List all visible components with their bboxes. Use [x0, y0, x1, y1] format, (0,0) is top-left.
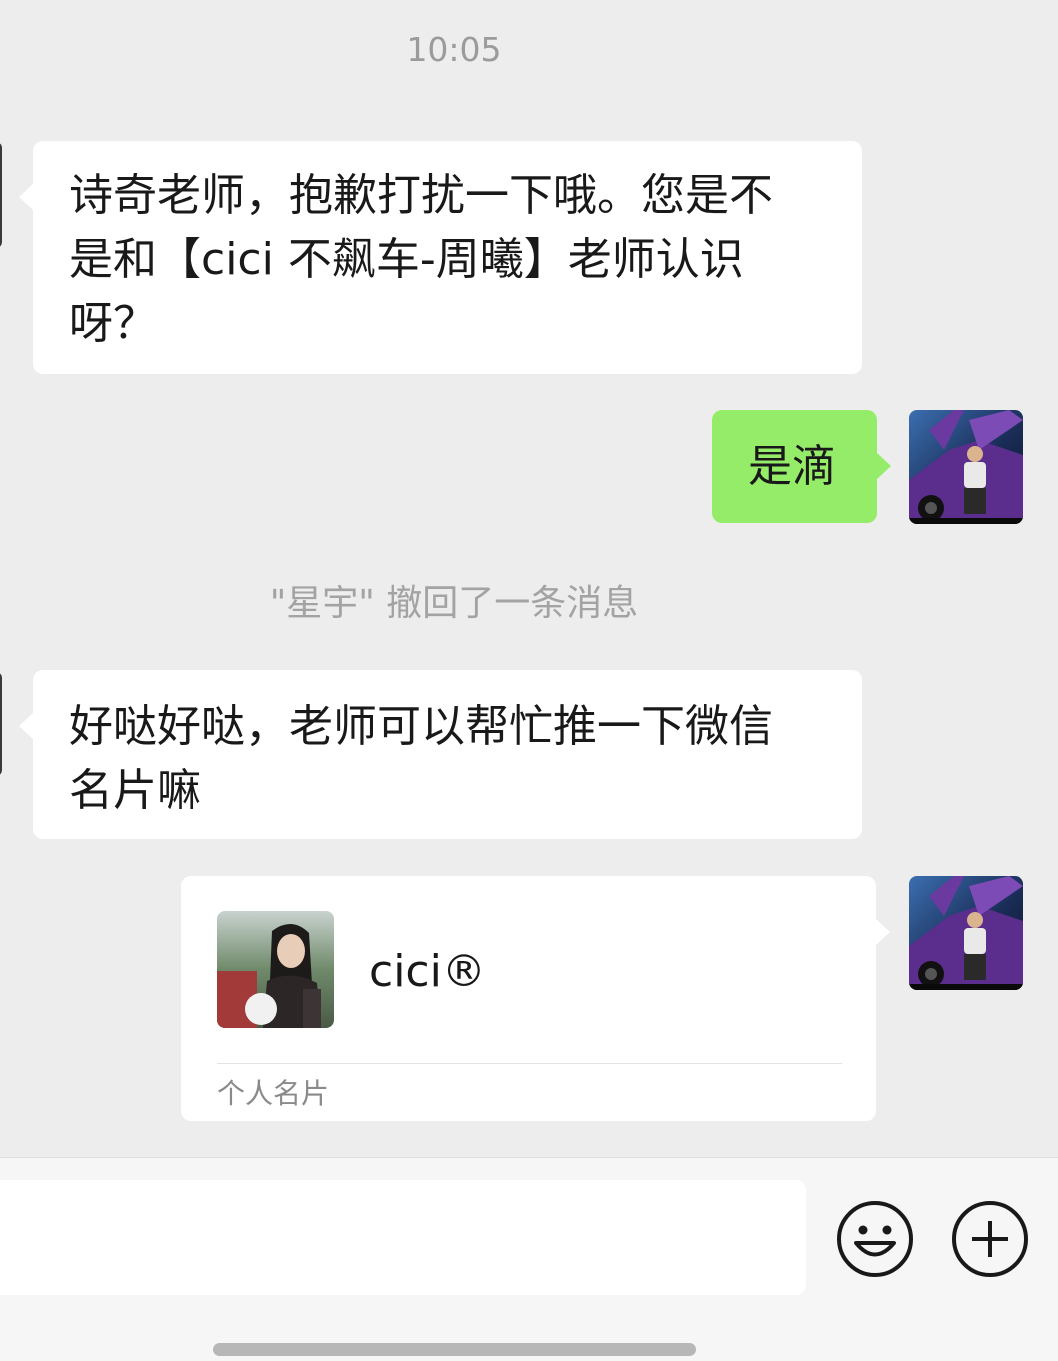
card-type-label: 个人名片: [217, 1077, 330, 1110]
incoming-message-bubble[interactable]: 好哒好哒，老师可以帮忙推一下微信 名片嘛: [19, 670, 862, 839]
home-indicator[interactable]: [213, 1343, 696, 1356]
partner-avatar-edge[interactable]: [0, 672, 2, 776]
smiley-face-icon[interactable]: [836, 1200, 914, 1278]
chat-screen: 10:05 诗奇老师，抱歉打扰一下哦。您是不 是和【cici 不飙车-周曦】老师…: [0, 0, 1058, 1361]
message-input[interactable]: [0, 1180, 806, 1295]
message-text: 诗奇老师，抱歉打扰一下哦。您是不 是和【cici 不飙车-周曦】老师认识 呀？: [69, 170, 773, 349]
contact-avatar: [217, 911, 334, 1028]
message-text: 是滴: [748, 441, 836, 492]
recall-notice: "星宇" 撤回了一条消息: [269, 583, 639, 624]
card-divider: [217, 1063, 842, 1064]
incoming-message-bubble[interactable]: 诗奇老师，抱歉打扰一下哦。您是不 是和【cici 不飙车-周曦】老师认识 呀？: [19, 141, 862, 374]
plus-circle-icon[interactable]: [951, 1200, 1029, 1278]
contact-name: cici®: [369, 946, 486, 997]
message-text: 好哒好哒，老师可以帮忙推一下微信 名片嘛: [69, 701, 773, 816]
chat-input-bar: [0, 1157, 1058, 1361]
my-avatar[interactable]: [909, 410, 1023, 524]
contact-card-message[interactable]: cici® 个人名片: [181, 876, 890, 1121]
partner-avatar-edge[interactable]: [0, 142, 2, 248]
message-timestamp: 10:05: [406, 30, 502, 69]
my-avatar[interactable]: [909, 876, 1023, 990]
outgoing-message-bubble[interactable]: 是滴: [712, 410, 891, 523]
